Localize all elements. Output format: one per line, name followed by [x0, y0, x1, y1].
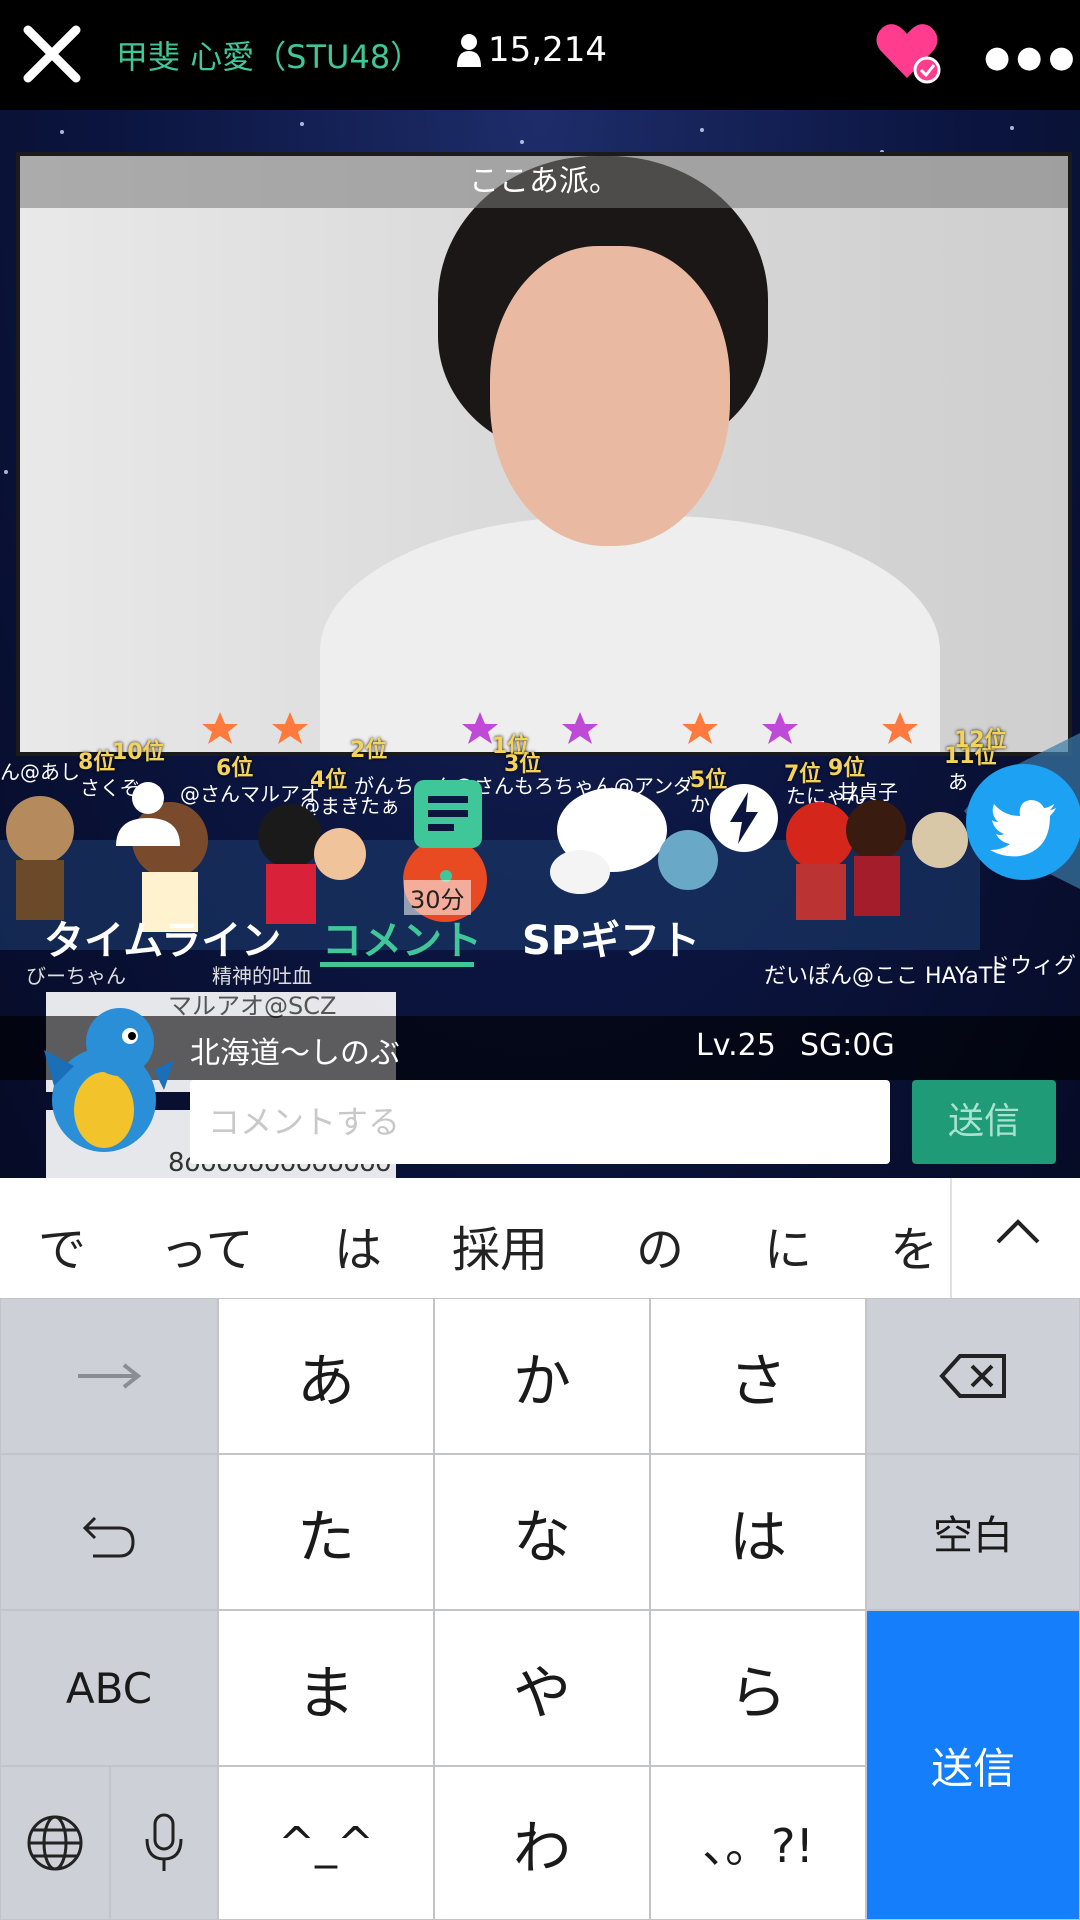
overlay-name: だいぽん@ここ HAYaTE [764, 964, 1007, 989]
emoticon-key[interactable]: ^_^ [218, 1766, 434, 1920]
overlay-name: 精神的吐血 [212, 964, 312, 988]
stream-title: 甲斐 心愛（STU48） [116, 38, 423, 76]
suggestion[interactable]: 採用 [452, 1210, 548, 1280]
viewer-count-value: 15,214 [488, 30, 607, 70]
lightning-icon[interactable] [708, 782, 780, 854]
space-key[interactable]: 空白 [866, 1454, 1080, 1610]
punctuation-key[interactable]: 、。?! [650, 1766, 866, 1920]
comment-list-icon[interactable] [412, 778, 484, 850]
suggestion[interactable]: を [890, 1210, 938, 1280]
key-sa[interactable]: さ [650, 1298, 866, 1454]
suggestion-divider [950, 1178, 952, 1298]
microphone-icon [145, 1813, 183, 1871]
globe-key[interactable] [0, 1766, 110, 1920]
suggestion[interactable]: に [764, 1210, 812, 1280]
backspace-icon [939, 1354, 1006, 1398]
user-name: 北海道〜しのぶ [190, 1036, 400, 1071]
key-ta[interactable]: た [218, 1454, 434, 1610]
tab-timeline[interactable]: タイムライン [44, 908, 281, 966]
key-ra[interactable]: ら [650, 1610, 866, 1766]
send-button[interactable]: 送信 [912, 1080, 1056, 1164]
suggestion[interactable]: の [636, 1210, 684, 1280]
close-icon[interactable] [20, 22, 84, 86]
key-ma[interactable]: ま [218, 1610, 434, 1766]
key-ya[interactable]: や [434, 1610, 650, 1766]
streamer-face [490, 246, 730, 546]
backspace-key[interactable] [866, 1298, 1080, 1454]
chevron-up-icon[interactable] [994, 1216, 1042, 1250]
suggestion[interactable]: は [334, 1210, 382, 1280]
person-icon [457, 34, 481, 67]
tab-comment[interactable]: コメント [322, 908, 482, 966]
comment-input[interactable] [190, 1080, 890, 1164]
key-a[interactable]: あ [218, 1298, 434, 1454]
suggestion[interactable]: で [38, 1210, 86, 1280]
video-player[interactable]: ここあ派。 [16, 152, 1072, 756]
abc-key[interactable]: ABC [0, 1610, 218, 1766]
user-level: Lv.25 [696, 1028, 776, 1063]
user-avatar [24, 990, 174, 1160]
tab-sp-gift[interactable]: SPギフト [522, 908, 700, 966]
arrow-right-icon [78, 1363, 142, 1389]
key-wa[interactable]: わ [434, 1766, 650, 1920]
user-sg: SG:0G [800, 1028, 895, 1063]
viewer-count: 15,214 [456, 30, 607, 70]
video-caption: ここあ派。 [20, 156, 1068, 208]
key-ha[interactable]: は [650, 1454, 866, 1610]
overlay-name: びーちゃん [26, 964, 126, 988]
globe-icon [27, 1815, 83, 1871]
key-na[interactable]: な [434, 1454, 650, 1610]
suggestion[interactable]: って [160, 1210, 254, 1280]
arrow-right-key[interactable] [0, 1298, 218, 1454]
favorite-heart-icon[interactable] [872, 20, 942, 84]
undo-key[interactable] [0, 1454, 218, 1610]
overlay-name: ドウィグ [988, 954, 1077, 979]
twitter-share-button[interactable] [964, 726, 1080, 896]
return-key[interactable]: 送信 [866, 1610, 1080, 1920]
more-options-icon[interactable]: ●●● [984, 40, 1080, 75]
undo-icon [82, 1516, 135, 1558]
mic-key[interactable] [110, 1766, 218, 1920]
key-ka[interactable]: か [434, 1298, 650, 1454]
gift-stars [200, 708, 940, 748]
person-icon[interactable] [112, 776, 184, 848]
active-tab-underline [320, 962, 474, 967]
